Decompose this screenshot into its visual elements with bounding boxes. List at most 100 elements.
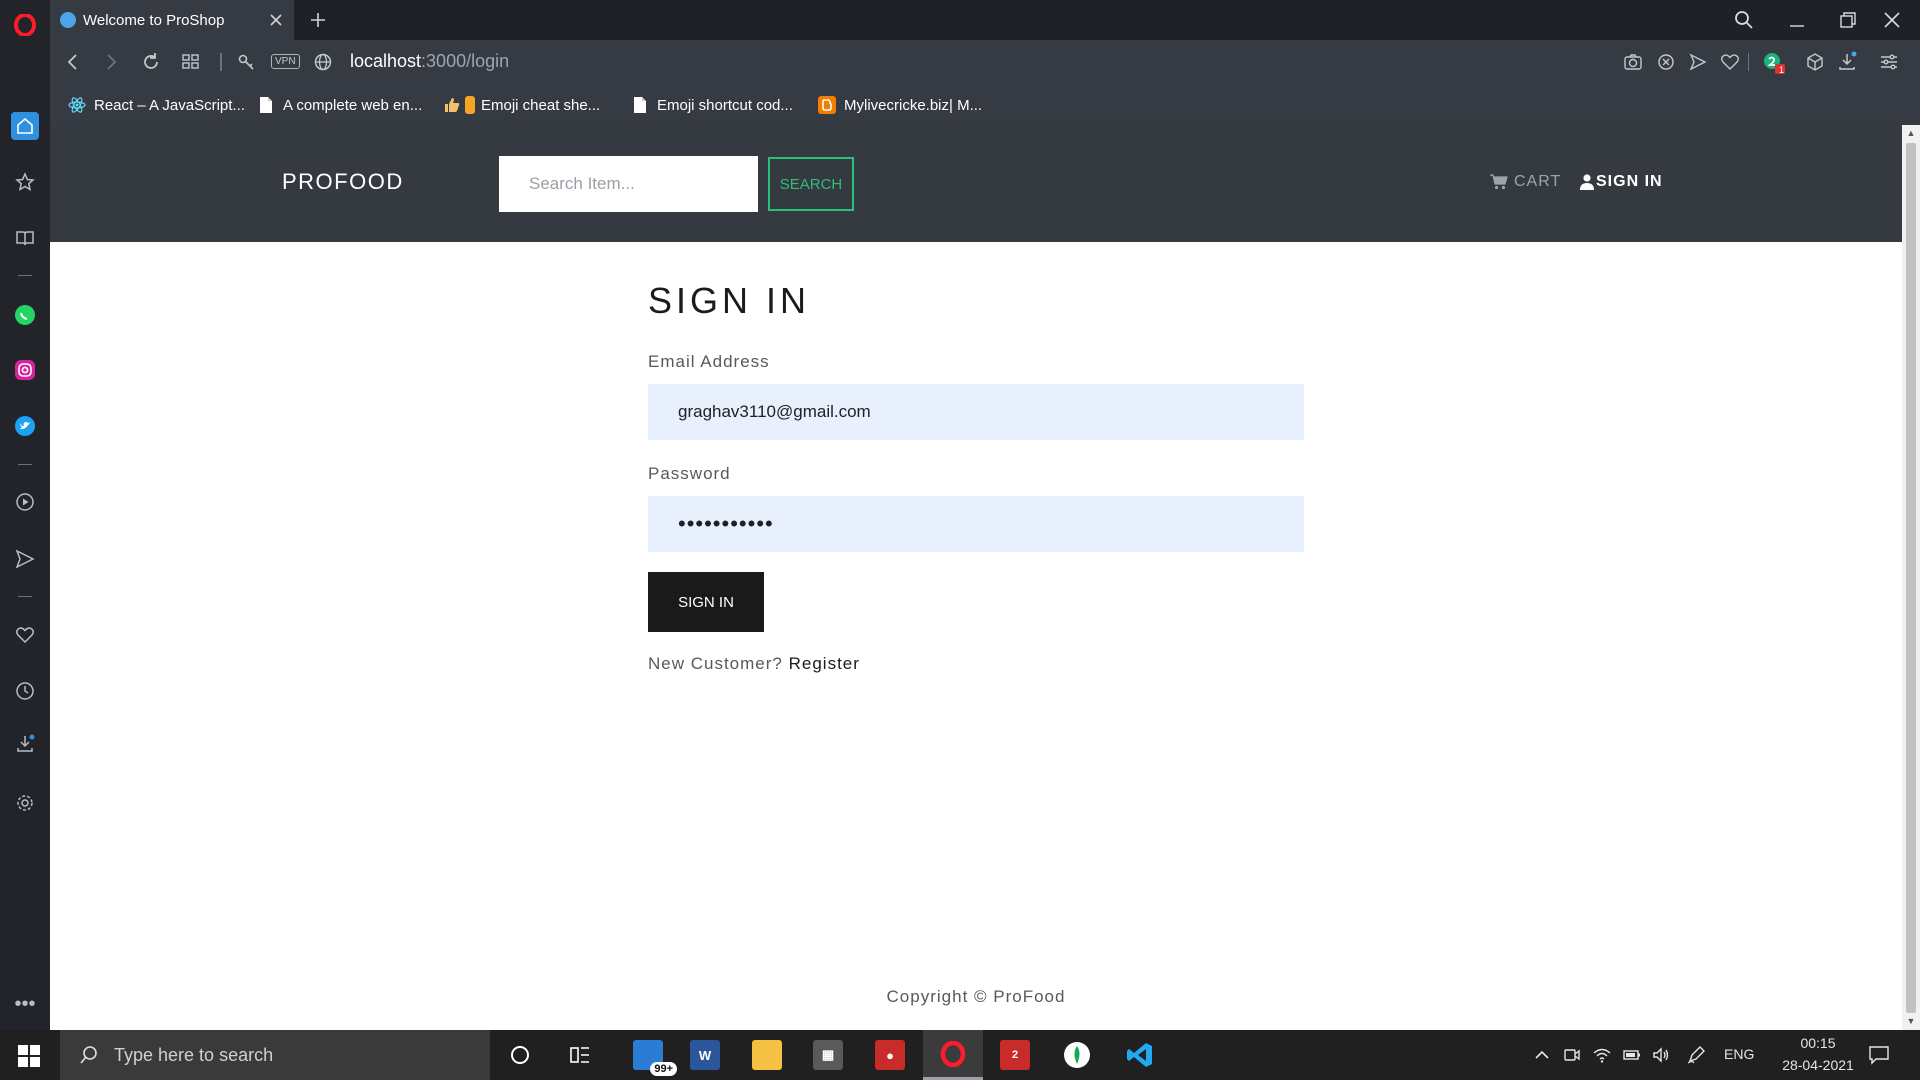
notification-center-icon[interactable] bbox=[1868, 1045, 1889, 1065]
bookmark-react[interactable]: React – A JavaScript... bbox=[68, 93, 245, 117]
more-options-icon[interactable]: ••• bbox=[13, 992, 37, 1016]
password-label: Password bbox=[648, 464, 731, 483]
new-tab-plus-icon[interactable] bbox=[308, 10, 328, 30]
register-link[interactable]: Register bbox=[789, 654, 860, 673]
word-app-icon[interactable]: W bbox=[675, 1030, 735, 1080]
taskbar-search-placeholder: Type here to search bbox=[114, 1044, 274, 1065]
clock-date[interactable]: 28-04-2021 bbox=[1768, 1057, 1868, 1073]
opera-logo-icon[interactable] bbox=[13, 13, 37, 37]
player-icon[interactable] bbox=[13, 490, 37, 514]
pen-workspace-icon[interactable] bbox=[1686, 1045, 1706, 1065]
password-field[interactable] bbox=[648, 496, 1304, 552]
vpn-badge[interactable]: VPN bbox=[271, 54, 300, 69]
bookmark-web-en[interactable]: A complete web en... bbox=[257, 93, 422, 117]
page-title: SIGN IN bbox=[648, 280, 811, 321]
bookmark-emoji-shortcut[interactable]: Emoji shortcut cod... bbox=[631, 93, 793, 117]
url-field[interactable]: localhost:3000/login bbox=[350, 51, 509, 72]
restore-icon[interactable] bbox=[1836, 8, 1860, 32]
tab-welcome-proshop[interactable]: Welcome to ProShop bbox=[50, 0, 294, 40]
page-scrollbar[interactable]: ▲ ▼ bbox=[1902, 125, 1920, 1030]
task-view-icon[interactable] bbox=[550, 1030, 610, 1080]
meet-now-icon[interactable] bbox=[1562, 1045, 1582, 1065]
store-app-icon[interactable]: ▦ bbox=[798, 1030, 858, 1080]
cortana-icon[interactable] bbox=[490, 1030, 550, 1080]
tab-search-icon[interactable] bbox=[1732, 8, 1756, 32]
new-customer-text: New Customer? bbox=[648, 654, 783, 673]
history-clock-icon[interactable] bbox=[13, 679, 37, 703]
bookmark-heart-icon[interactable] bbox=[1719, 51, 1741, 73]
cube-extensions-icon[interactable] bbox=[1804, 51, 1826, 73]
page-icon bbox=[631, 96, 649, 114]
email-field[interactable] bbox=[648, 384, 1304, 440]
send-tab-icon[interactable] bbox=[1687, 51, 1709, 73]
scroll-up-arrow-icon[interactable]: ▲ bbox=[1906, 129, 1916, 138]
signin-nav-label: SIGN IN bbox=[1596, 173, 1663, 190]
search-button[interactable]: SEARCH bbox=[768, 157, 854, 211]
back-arrow-icon[interactable] bbox=[62, 51, 84, 73]
signin-nav-link[interactable]: SIGN IN bbox=[1580, 173, 1663, 191]
key-icon[interactable] bbox=[236, 51, 258, 73]
store-bag-icon: ▦ bbox=[813, 1040, 843, 1070]
clock-time[interactable]: 00:15 bbox=[1790, 1035, 1846, 1051]
download-icon[interactable] bbox=[1836, 51, 1858, 73]
mail-app-icon[interactable]: 99+ bbox=[618, 1030, 678, 1080]
brand-logo[interactable]: PROFOOD bbox=[282, 169, 404, 195]
windows-taskbar: Type here to search 99+ W ▦ ● 2 ENG 00:1… bbox=[0, 1030, 1920, 1080]
forward-arrow-icon[interactable] bbox=[100, 51, 122, 73]
easy-setup-icon[interactable] bbox=[1878, 51, 1900, 73]
bookmark-emoji-cheat[interactable]: Emoji cheat she... bbox=[443, 93, 600, 117]
scrollbar-thumb[interactable] bbox=[1906, 143, 1916, 1013]
star-icon[interactable] bbox=[13, 170, 37, 194]
cart-link[interactable]: CART bbox=[1490, 173, 1561, 191]
browser-sidebar: ••• bbox=[0, 0, 50, 1030]
reload-icon[interactable] bbox=[140, 51, 162, 73]
bookmark-label: Emoji shortcut cod... bbox=[657, 96, 793, 114]
language-indicator[interactable]: ENG bbox=[1724, 1046, 1754, 1062]
wifi-icon[interactable] bbox=[1592, 1045, 1612, 1065]
file-explorer-icon[interactable] bbox=[737, 1030, 797, 1080]
downloads-icon[interactable] bbox=[13, 732, 37, 756]
page-icon bbox=[257, 96, 275, 114]
home-speed-dial-icon[interactable] bbox=[11, 112, 39, 140]
app-navbar: PROFOOD SEARCH CART SIGN IN bbox=[50, 125, 1902, 242]
close-tab-icon[interactable] bbox=[268, 12, 284, 28]
settings-gear-icon[interactable] bbox=[13, 791, 37, 815]
thumbs-up-icon bbox=[443, 96, 461, 114]
globe-icon[interactable] bbox=[312, 51, 334, 73]
adblock-icon[interactable] bbox=[1655, 51, 1677, 73]
caption-app-icon[interactable]: 2 bbox=[985, 1030, 1045, 1080]
footer-copyright: Copyright © ProFood bbox=[886, 987, 1066, 1006]
heart-icon[interactable] bbox=[13, 623, 37, 647]
volume-icon[interactable] bbox=[1651, 1045, 1671, 1065]
close-window-icon[interactable] bbox=[1880, 8, 1904, 32]
battery-icon[interactable] bbox=[1622, 1045, 1642, 1065]
whatsapp-icon[interactable] bbox=[13, 303, 37, 327]
tab-title: Welcome to ProShop bbox=[83, 11, 225, 29]
vscode-app-icon[interactable] bbox=[1110, 1030, 1170, 1080]
taskbar-search-box[interactable]: Type here to search bbox=[60, 1030, 490, 1080]
minimize-icon[interactable] bbox=[1785, 8, 1809, 32]
caption-icon: 2 bbox=[1000, 1040, 1030, 1070]
toolbar-divider bbox=[1748, 53, 1749, 71]
instagram-icon[interactable] bbox=[13, 358, 37, 382]
bookmarks-bar: React – A JavaScript... A complete web e… bbox=[50, 85, 1920, 125]
tab-strip: Welcome to ProShop bbox=[50, 0, 1920, 40]
signin-submit-button[interactable]: SIGN IN bbox=[648, 572, 764, 632]
vscode-icon bbox=[1127, 1043, 1152, 1067]
address-bar: VPN localhost:3000/login 1 bbox=[50, 40, 1920, 85]
tabs-grid-icon[interactable] bbox=[180, 51, 202, 73]
windows-start-icon[interactable] bbox=[18, 1045, 40, 1067]
url-path: :3000/login bbox=[421, 51, 510, 71]
opera-taskbar-icon[interactable] bbox=[923, 1030, 983, 1080]
screen-recorder-icon[interactable]: ● bbox=[860, 1030, 920, 1080]
show-hidden-icons-chevron-icon[interactable] bbox=[1532, 1045, 1552, 1065]
bookmark-mylivecricket[interactable]: Mylivecricke.biz| M... bbox=[818, 93, 982, 117]
bookmark-label: Emoji cheat she... bbox=[481, 96, 601, 114]
scroll-down-arrow-icon[interactable]: ▼ bbox=[1906, 1017, 1916, 1026]
camera-snapshot-icon[interactable] bbox=[1622, 51, 1644, 73]
twitter-icon[interactable] bbox=[13, 414, 37, 438]
mongodb-app-icon[interactable] bbox=[1047, 1030, 1107, 1080]
book-icon[interactable] bbox=[13, 226, 37, 250]
send-icon[interactable] bbox=[13, 547, 37, 571]
search-input[interactable] bbox=[499, 156, 758, 212]
